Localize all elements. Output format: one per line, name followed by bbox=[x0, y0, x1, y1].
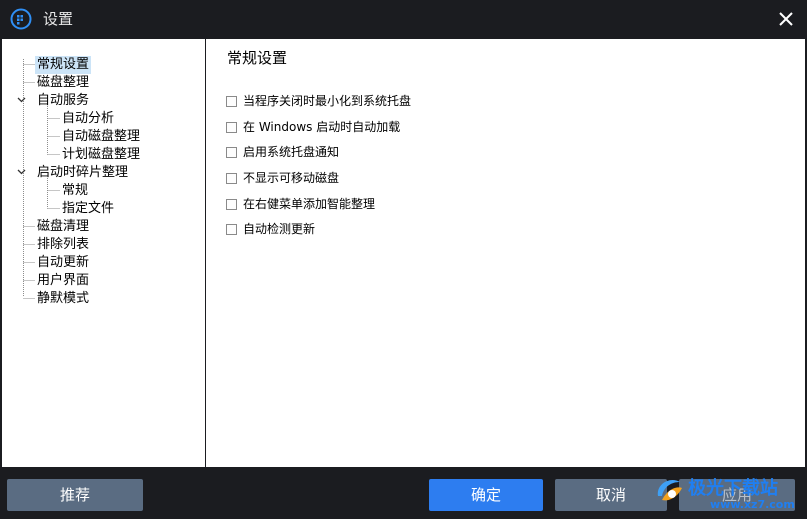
minimize-to-tray-checkbox[interactable] bbox=[226, 95, 237, 107]
option-context-menu[interactable]: 在右健菜单添加智能整理 bbox=[226, 196, 375, 212]
sidebar-item-boot-time-defrag[interactable]: 启动时碎片整理 bbox=[35, 164, 130, 182]
settings-content-panel: 常规设置 当程序关闭时最小化到系统托盘 在 Windows 启动时自动加载 启用… bbox=[206, 39, 805, 467]
sidebar-item-auto-update[interactable]: 自动更新 bbox=[35, 254, 91, 272]
tree-lines bbox=[17, 59, 60, 299]
watermark-text: 极光下载站 bbox=[688, 478, 778, 499]
option-tray-notifications[interactable]: 启用系统托盘通知 bbox=[226, 144, 339, 160]
app-logo-icon bbox=[10, 8, 32, 30]
chevron-down-icon bbox=[17, 97, 26, 103]
recommend-button[interactable]: 推荐 bbox=[7, 479, 143, 511]
chevron-down-icon bbox=[17, 169, 26, 175]
close-icon[interactable] bbox=[773, 6, 799, 32]
sidebar-item-auto-defrag[interactable]: 自动磁盘整理 bbox=[60, 128, 142, 146]
watermark-logo-icon bbox=[657, 479, 682, 501]
watermark-url: www.xz7.com bbox=[710, 498, 795, 511]
page-title: 常规设置 bbox=[227, 49, 288, 67]
option-label: 在右健菜单添加智能整理 bbox=[243, 197, 376, 211]
settings-nav-tree: 常规设置 磁盘整理 自动服务 自动分析 自动磁盘整理 计划磁盘整理 启动时碎片整… bbox=[2, 39, 205, 467]
hide-removable-checkbox[interactable] bbox=[226, 172, 237, 184]
context-menu-checkbox[interactable] bbox=[226, 198, 237, 210]
sidebar-item-general-settings[interactable]: 常规设置 bbox=[35, 56, 92, 74]
option-label: 自动检测更新 bbox=[243, 222, 316, 236]
watermark: 极光下载站 www.xz7.com bbox=[648, 468, 807, 519]
sidebar-item-disk-cleanup[interactable]: 磁盘清理 bbox=[35, 218, 91, 236]
title-bar[interactable]: 设置 bbox=[0, 0, 807, 38]
auto-check-update-checkbox[interactable] bbox=[226, 223, 237, 235]
sidebar-item-auto-analyze[interactable]: 自动分析 bbox=[60, 110, 116, 128]
tray-notifications-checkbox[interactable] bbox=[226, 146, 237, 158]
window-title: 设置 bbox=[43, 10, 74, 28]
option-label: 在 Windows 启动时自动加载 bbox=[243, 120, 401, 134]
sidebar-item-scheduled-defrag[interactable]: 计划磁盘整理 bbox=[60, 146, 142, 164]
sidebar-item-silent-mode[interactable]: 静默模式 bbox=[35, 290, 91, 308]
option-hide-removable[interactable]: 不显示可移动磁盘 bbox=[226, 170, 339, 186]
sidebar-item-user-interface[interactable]: 用户界面 bbox=[35, 272, 91, 290]
option-auto-check-update[interactable]: 自动检测更新 bbox=[226, 221, 315, 237]
option-label: 启用系统托盘通知 bbox=[243, 145, 340, 159]
sidebar-item-auto-service[interactable]: 自动服务 bbox=[35, 92, 91, 110]
sidebar-item-boot-general[interactable]: 常规 bbox=[60, 182, 90, 200]
sidebar-item-exclude-list[interactable]: 排除列表 bbox=[35, 236, 91, 254]
autostart-checkbox[interactable] bbox=[226, 121, 237, 133]
option-label: 当程序关闭时最小化到系统托盘 bbox=[243, 94, 412, 108]
option-minimize-to-tray[interactable]: 当程序关闭时最小化到系统托盘 bbox=[226, 93, 411, 109]
sidebar-item-disk-defrag[interactable]: 磁盘整理 bbox=[35, 74, 91, 92]
option-autostart-windows[interactable]: 在 Windows 启动时自动加载 bbox=[226, 119, 400, 135]
settings-window: 设置 常规设置 磁盘整理 自动服务 自动分析 自动磁盘整理 计划磁盘整理 启动时… bbox=[0, 0, 807, 519]
ok-button[interactable]: 确定 bbox=[429, 479, 543, 511]
sidebar-item-specified-files[interactable]: 指定文件 bbox=[60, 200, 116, 218]
option-label: 不显示可移动磁盘 bbox=[243, 171, 340, 185]
